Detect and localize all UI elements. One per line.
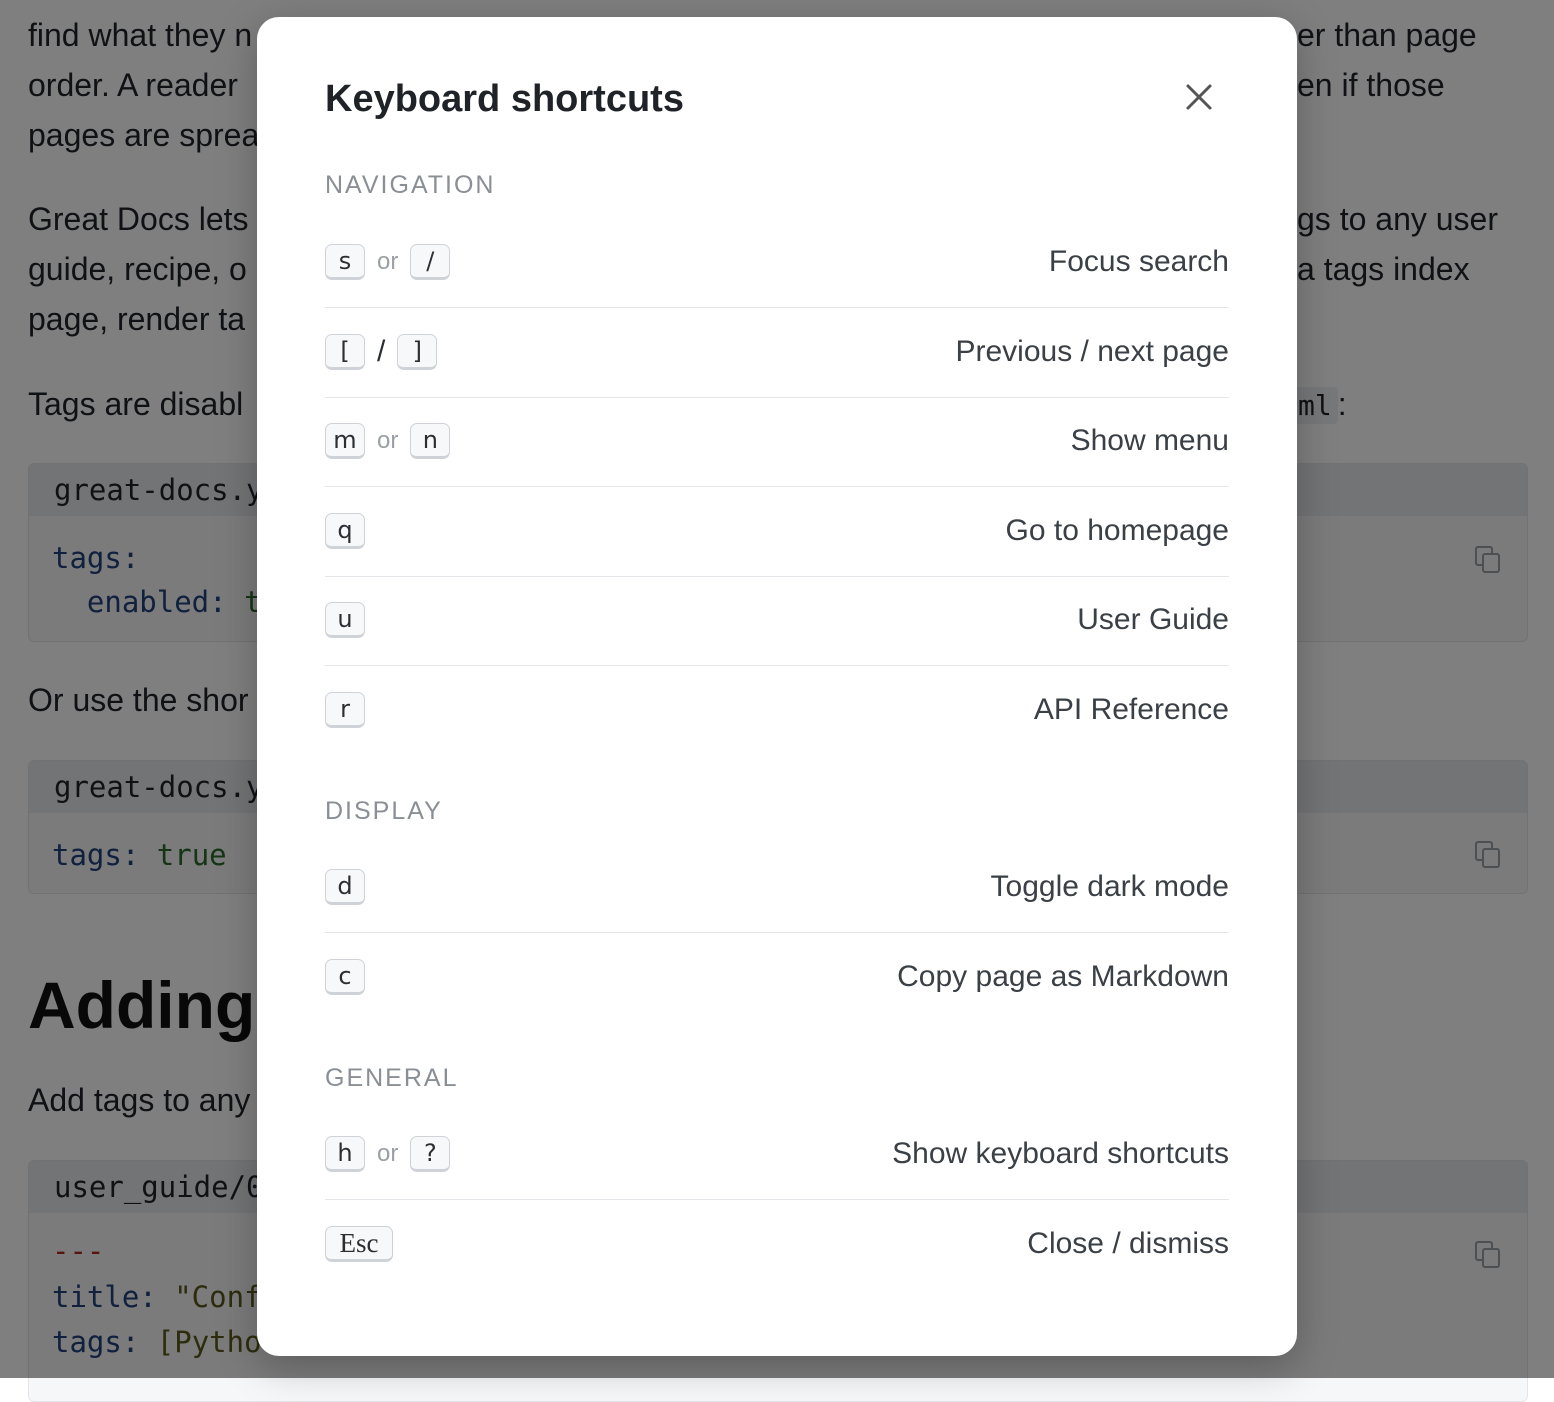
key: n (410, 423, 451, 459)
shortcut-description: Close / dismiss (1027, 1227, 1229, 1260)
key: u (325, 602, 365, 638)
shortcut-row: q Go to homepage (325, 486, 1229, 577)
section-title-general: GENERAL (325, 1064, 459, 1092)
shortcut-row: Esc Close / dismiss (325, 1199, 1229, 1289)
shortcut-description: Focus search (1048, 245, 1229, 278)
section-title-display: DISPLAY (325, 797, 443, 825)
key: ? (410, 1136, 451, 1172)
shortcut-description: Copy page as Markdown (897, 960, 1229, 993)
key: c (325, 959, 365, 995)
key: r (325, 692, 365, 728)
shortcut-keys: c (325, 959, 365, 995)
shortcut-row: u User Guide (325, 575, 1229, 666)
shortcut-description: Toggle dark mode (990, 870, 1229, 903)
dialog-title: Keyboard shortcuts (325, 78, 684, 120)
shortcut-keys: [ / ] (325, 334, 438, 370)
shortcut-row: d Toggle dark mode (325, 842, 1229, 933)
key: [ (325, 334, 365, 370)
key-separator: or (377, 427, 399, 454)
shortcut-row: c Copy page as Markdown (325, 932, 1229, 1022)
shortcut-keys: s or / (325, 244, 451, 280)
section-title-navigation: NAVIGATION (325, 171, 496, 199)
keyboard-shortcuts-dialog: Keyboard shortcuts NAVIGATION s or / Foc… (257, 17, 1297, 1356)
key: s (325, 244, 365, 280)
shortcut-row: s or / Focus search (325, 217, 1229, 308)
shortcut-keys: u (325, 602, 365, 638)
shortcut-keys: d (325, 869, 365, 905)
key: q (325, 513, 365, 549)
key-separator: or (377, 1140, 399, 1167)
shortcut-keys: q (325, 513, 365, 549)
key-separator: / (377, 335, 386, 368)
shortcut-row: m or n Show menu (325, 396, 1229, 487)
shortcut-description: Go to homepage (1005, 514, 1230, 547)
shortcut-row: r API Reference (325, 665, 1229, 755)
shortcut-keys: Esc (325, 1226, 393, 1262)
key-separator: or (377, 248, 399, 275)
key: m (325, 423, 365, 459)
key: ] (397, 334, 438, 370)
key: / (410, 244, 451, 280)
shortcut-row: [ / ] Previous / next page (325, 307, 1229, 398)
shortcut-description: API Reference (1033, 693, 1229, 726)
shortcut-row: h or ? Show keyboard shortcuts (325, 1109, 1229, 1200)
key: Esc (325, 1226, 393, 1262)
shortcut-keys: r (325, 692, 365, 728)
shortcut-keys: m or n (325, 423, 451, 459)
close-icon[interactable] (1182, 80, 1216, 114)
shortcut-keys: h or ? (325, 1136, 451, 1172)
key: h (325, 1136, 365, 1172)
key: d (325, 869, 365, 905)
shortcut-description: Show keyboard shortcuts (892, 1137, 1229, 1170)
shortcut-description: Show menu (1070, 424, 1229, 457)
shortcut-description: User Guide (1077, 603, 1229, 636)
shortcut-description: Previous / next page (955, 335, 1229, 368)
